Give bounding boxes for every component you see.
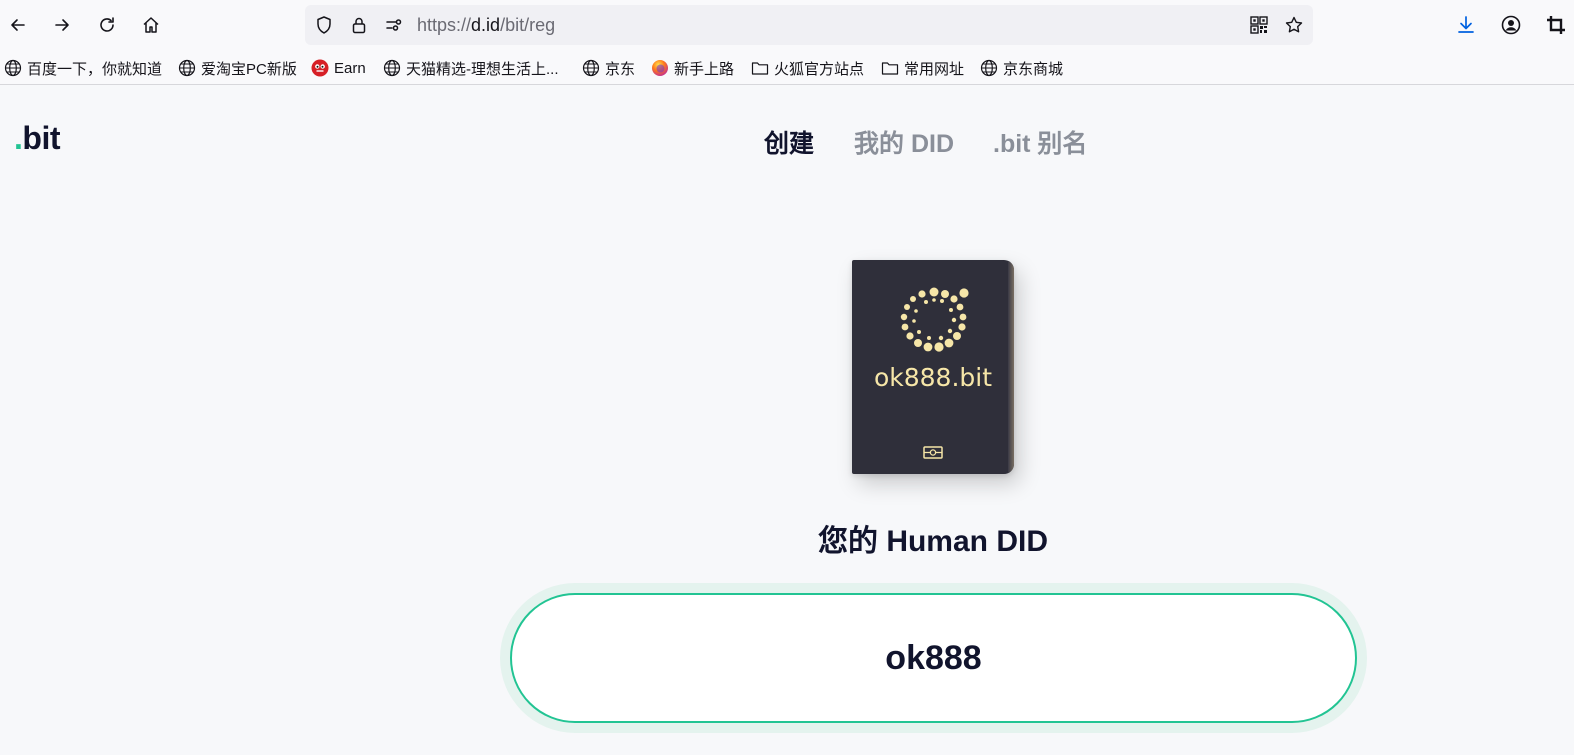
account-name-field[interactable]: ok888: [510, 593, 1357, 723]
bookmark-label: 火狐官方站点: [774, 60, 865, 78]
bookmark-star-icon[interactable]: [1284, 15, 1304, 35]
browser-toolbar: https://d.id/bit/reg: [0, 0, 1574, 51]
nav-create[interactable]: 创建: [764, 124, 814, 160]
shield-icon[interactable]: [314, 15, 334, 35]
bookmark-folder[interactable]: 火狐官方站点: [750, 57, 864, 79]
bookmark-item[interactable]: 天猫精选-理想生活上...: [382, 57, 559, 79]
folder-icon: [750, 58, 770, 78]
did-passport-card: ok888.bit: [852, 260, 1014, 474]
logo-text: bit: [22, 120, 60, 156]
forward-button[interactable]: [47, 10, 77, 40]
address-bar[interactable]: https://d.id/bit/reg: [305, 5, 1313, 45]
crop-screenshot-button[interactable]: [1543, 12, 1569, 38]
site-logo[interactable]: .bit: [14, 120, 60, 157]
back-arrow-icon: [11, 19, 25, 31]
url-path: /bit/reg: [500, 15, 556, 35]
downloads-button[interactable]: [1453, 12, 1479, 38]
passport-account-name: ok888.bit: [873, 363, 993, 392]
folder-icon: [880, 58, 900, 78]
nav-bit-alias[interactable]: .bit 别名: [993, 124, 1087, 160]
bookmark-label: 百度一下，你就知道: [27, 60, 163, 78]
qr-code-icon[interactable]: [1249, 15, 1269, 35]
earn-favicon: [310, 58, 330, 78]
reload-button[interactable]: [92, 10, 122, 40]
bookmark-item[interactable]: 京东商城: [979, 57, 1063, 79]
account-icon: [1501, 15, 1521, 35]
crop-icon: [1547, 16, 1565, 34]
globe-icon: [382, 58, 402, 78]
forward-arrow-icon: [55, 19, 69, 31]
url-host: d.id: [471, 15, 501, 35]
lock-icon[interactable]: [349, 15, 369, 35]
bookmark-item[interactable]: 新手上路: [650, 57, 734, 79]
bookmark-label: 天猫精选-理想生活上...: [406, 60, 559, 78]
back-button[interactable]: [3, 10, 33, 40]
home-button[interactable]: [136, 10, 166, 40]
page-content: .bit 创建 我的 DID .bit 别名 ok888.bit 您的 Huma…: [0, 86, 1574, 755]
dotbit-emblem-icon: [900, 287, 969, 352]
account-button[interactable]: [1498, 12, 1524, 38]
firefox-icon: [650, 58, 670, 78]
globe-icon: [581, 58, 601, 78]
bookmark-folder[interactable]: 常用网址: [880, 57, 964, 79]
bookmark-label: 新手上路: [674, 60, 735, 78]
globe-icon: [177, 58, 197, 78]
passport-chip-icon: [923, 446, 943, 459]
home-icon: [143, 17, 159, 33]
url-text[interactable]: https://d.id/bit/reg: [417, 15, 555, 35]
bookmark-item[interactable]: 爱淘宝PC新版: [177, 57, 297, 79]
globe-icon: [979, 58, 999, 78]
bookmarks-toolbar: 百度一下，你就知道 爱淘宝PC新版 Earn 天猫精选-理想生活上... 京东 …: [0, 51, 1574, 85]
reload-icon: [100, 17, 114, 32]
bookmark-item[interactable]: 百度一下，你就知道: [3, 57, 162, 79]
bookmark-label: 京东: [605, 60, 636, 78]
globe-icon: [3, 58, 23, 78]
download-icon: [1458, 16, 1474, 33]
bookmark-item[interactable]: 京东: [581, 57, 635, 79]
nav-my-did[interactable]: 我的 DID: [854, 124, 954, 160]
bookmark-label: 爱淘宝PC新版: [201, 60, 297, 78]
permissions-icon[interactable]: [384, 15, 404, 35]
page-subtitle: 您的 Human DID: [817, 525, 1048, 558]
bookmark-item[interactable]: Earn: [310, 57, 366, 79]
url-prefix: https://: [417, 15, 472, 35]
bookmark-label: 常用网址: [904, 60, 965, 78]
bookmark-label: 京东商城: [1003, 60, 1064, 78]
bookmark-label: Earn: [334, 59, 366, 77]
